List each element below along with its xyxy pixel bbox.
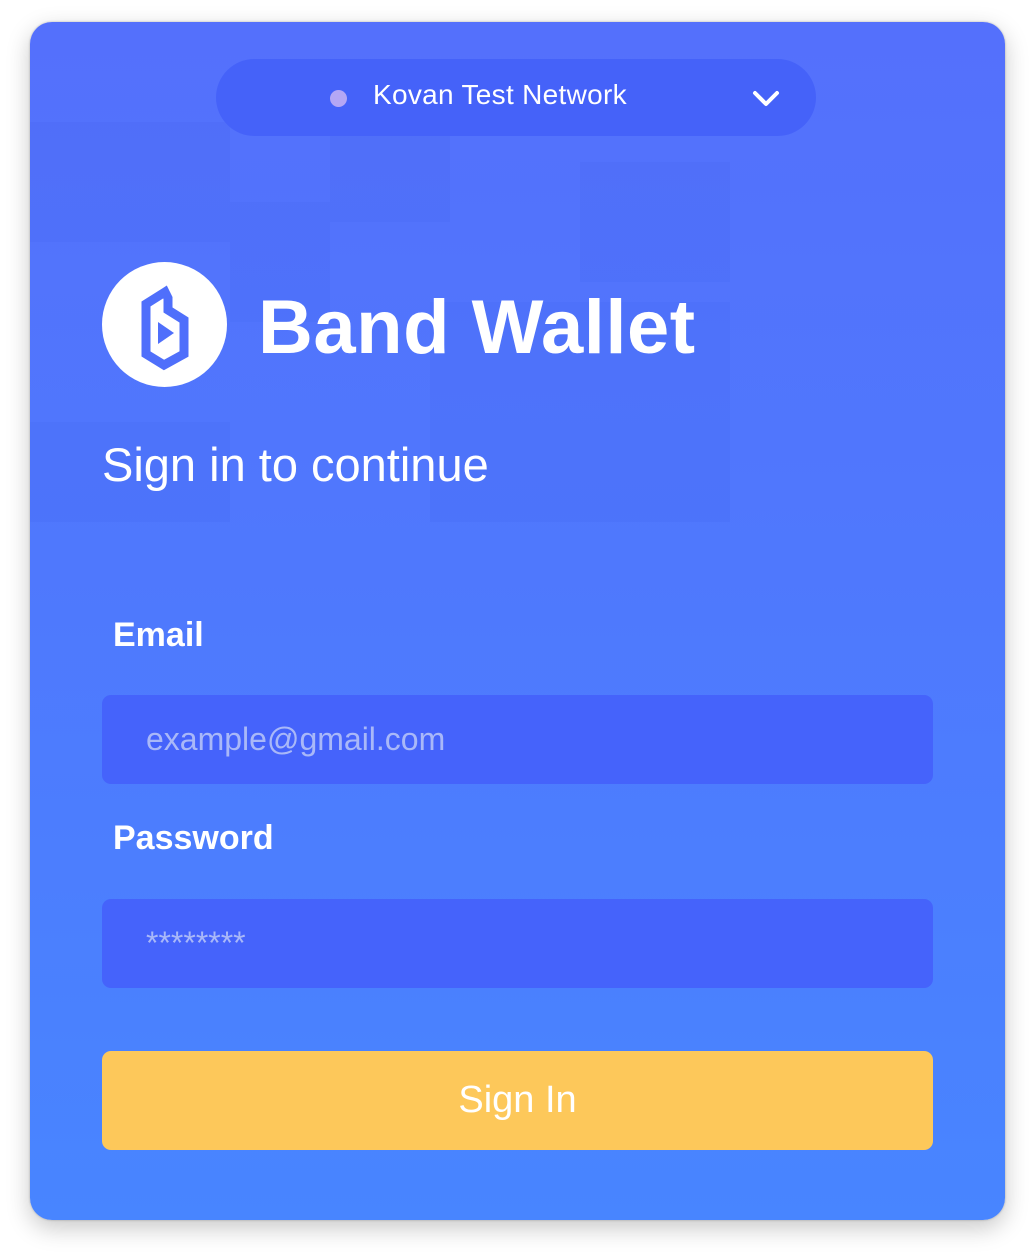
page-subtitle: Sign in to continue <box>102 438 489 491</box>
brand-title: Band Wallet <box>258 285 696 370</box>
password-field[interactable] <box>102 899 933 988</box>
background-tile <box>580 162 730 282</box>
email-label: Email <box>113 616 204 654</box>
network-label: Kovan Test Network <box>373 79 627 110</box>
sign-in-button[interactable]: Sign In <box>102 1051 933 1150</box>
password-label: Password <box>113 819 274 857</box>
network-status-icon <box>330 90 347 107</box>
signin-panel: Kovan Test Network Band Wallet Sign in t… <box>30 22 1005 1220</box>
email-field[interactable] <box>102 695 933 784</box>
chevron-down-icon[interactable] <box>750 87 782 111</box>
band-logo-icon <box>102 262 227 387</box>
network-selector[interactable]: Kovan Test Network <box>216 59 816 136</box>
background-tile <box>30 122 230 242</box>
